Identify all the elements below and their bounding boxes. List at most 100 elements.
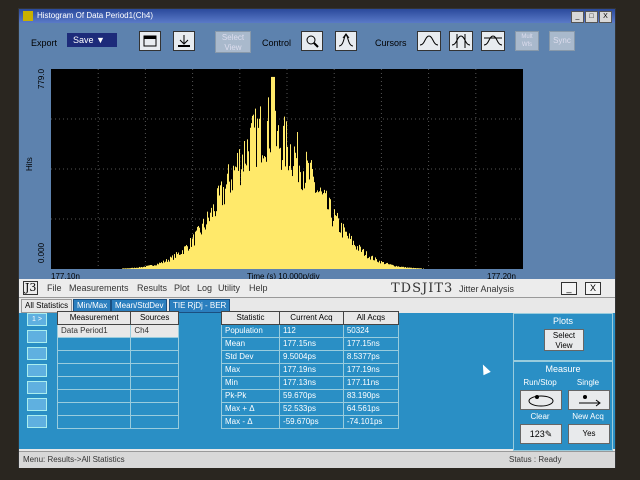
histogram-bar	[192, 238, 193, 269]
table-row[interactable]: Min 177.13ns 177.11ns	[220, 376, 400, 390]
table-row[interactable]	[56, 402, 179, 416]
histogram-bar	[175, 257, 176, 269]
table-row[interactable]: Max + Δ 52.533ps 64.561ps	[220, 402, 400, 416]
clear-button[interactable]: 123✎	[520, 424, 562, 444]
page-button-5[interactable]	[27, 381, 47, 394]
table-row[interactable]	[56, 337, 179, 351]
minimize-button[interactable]: _	[571, 11, 584, 23]
cursor-waveform-button[interactable]	[417, 31, 441, 51]
histogram-bar	[246, 165, 247, 269]
histogram-bar	[360, 246, 361, 269]
zoom-button[interactable]	[301, 31, 323, 51]
page-button-1[interactable]: 1 >	[27, 313, 47, 326]
window-title: Histogram Of Data Period1(Ch4)	[37, 11, 154, 20]
histogram-bar	[341, 222, 342, 269]
histogram-bar	[218, 185, 219, 269]
histogram-bar	[397, 266, 398, 269]
plots-select-view-button[interactable]: Select View	[544, 329, 584, 351]
new-acq-yes-button[interactable]: Yes	[568, 424, 610, 444]
page-button-3[interactable]	[27, 347, 47, 360]
j3-minimize-button[interactable]: _	[561, 282, 577, 295]
histogram-bar	[181, 254, 182, 269]
histogram-bar	[407, 267, 408, 269]
multi-waveform-button[interactable]: Mult Wfs	[515, 31, 539, 51]
page-button-4[interactable]	[27, 364, 47, 377]
table-row[interactable]	[56, 350, 179, 364]
histogram-bar	[305, 182, 306, 269]
histogram-bar	[176, 252, 177, 269]
eraser-icon: ✎	[544, 429, 553, 439]
histogram-bar	[359, 244, 360, 269]
histogram-bar	[169, 261, 170, 269]
sync-button[interactable]: Sync	[549, 31, 575, 51]
histogram-bar	[264, 155, 265, 269]
histogram-bar	[237, 152, 238, 269]
clear-counter-text: 123	[529, 429, 545, 439]
histogram-bar	[292, 176, 293, 269]
table-row[interactable]: Data Period1 Ch4	[56, 324, 179, 338]
table-row[interactable]: Max - Δ -59.670ps -74.101ps	[220, 415, 400, 429]
all-acqs-cell: 8.5377ps	[342, 350, 400, 364]
menu-log[interactable]: Log	[197, 283, 212, 293]
save-dropdown[interactable]: Save ▼	[67, 33, 117, 47]
histogram-toolbar: Export Save ▼ Select View Control Cursor…	[19, 23, 615, 63]
histogram-bar	[286, 121, 287, 269]
cursor-vertical-button[interactable]	[449, 31, 473, 51]
all-acqs-cell: -74.101ps	[342, 415, 400, 429]
statistic-header: Statistic	[220, 311, 281, 325]
histogram-bar	[403, 266, 404, 269]
histogram-bar	[398, 266, 399, 269]
page-button-6[interactable]	[27, 398, 47, 411]
menu-results[interactable]: Results	[137, 283, 167, 293]
pan-button[interactable]	[335, 31, 357, 51]
j3-close-button[interactable]: X	[585, 282, 601, 295]
histogram-bar	[291, 169, 292, 269]
table-row[interactable]: Pk-Pk 59.670ps 83.190ps	[220, 389, 400, 403]
menu-utility[interactable]: Utility	[218, 283, 240, 293]
histogram-bar	[206, 224, 207, 269]
histogram-window-titlebar: Histogram Of Data Period1(Ch4) _ □ X	[19, 9, 615, 23]
histogram-bar	[229, 181, 230, 269]
histogram-bar	[304, 188, 305, 269]
cursor-horizontal-button[interactable]	[481, 31, 505, 51]
histogram-bar	[372, 255, 373, 269]
table-row[interactable]: Population 112 50324	[220, 324, 400, 338]
histogram-bar	[293, 166, 294, 269]
page-button-7[interactable]	[27, 415, 47, 428]
screen: Histogram Of Data Period1(Ch4) _ □ X Exp…	[18, 8, 616, 468]
histogram-bar	[335, 215, 336, 269]
menu-help[interactable]: Help	[249, 283, 268, 293]
maximize-button[interactable]: □	[585, 11, 598, 23]
pan-icon	[338, 33, 354, 47]
histogram-bar	[141, 266, 142, 269]
plots-section: Plots Select View	[513, 313, 613, 361]
menu-plot[interactable]: Plot	[174, 283, 190, 293]
menu-file[interactable]: File	[47, 283, 62, 293]
select-view-button[interactable]: Select View	[215, 31, 251, 53]
table-row[interactable]	[56, 415, 179, 429]
histogram-bar	[194, 245, 195, 269]
histogram-canvas[interactable]	[51, 69, 523, 270]
table-row[interactable]	[56, 363, 179, 377]
close-button[interactable]: X	[599, 11, 612, 23]
table-row[interactable]: Max 177.19ns 177.19ns	[220, 363, 400, 377]
window-expand-button[interactable]	[139, 31, 161, 51]
table-row[interactable]	[56, 389, 179, 403]
table-row[interactable]	[56, 376, 179, 390]
histogram-bar	[217, 188, 218, 269]
histogram-bar	[204, 227, 205, 269]
histogram-bar	[261, 162, 262, 269]
page-button-2[interactable]	[27, 330, 47, 343]
window-collapse-button[interactable]	[173, 31, 195, 51]
histogram-bar	[330, 199, 331, 269]
histogram-bar	[208, 217, 209, 269]
table-row[interactable]: Mean 177.15ns 177.15ns	[220, 337, 400, 351]
menu-measurements[interactable]: Measurements	[69, 283, 129, 293]
table-row[interactable]: Std Dev 9.5004ps 8.5377ps	[220, 350, 400, 364]
histogram-bar	[279, 148, 280, 269]
histogram-bar	[295, 152, 296, 269]
histogram-bar	[377, 261, 378, 269]
single-button[interactable]	[568, 390, 610, 410]
histogram-bar	[151, 265, 152, 269]
run-stop-button[interactable]	[520, 390, 562, 410]
